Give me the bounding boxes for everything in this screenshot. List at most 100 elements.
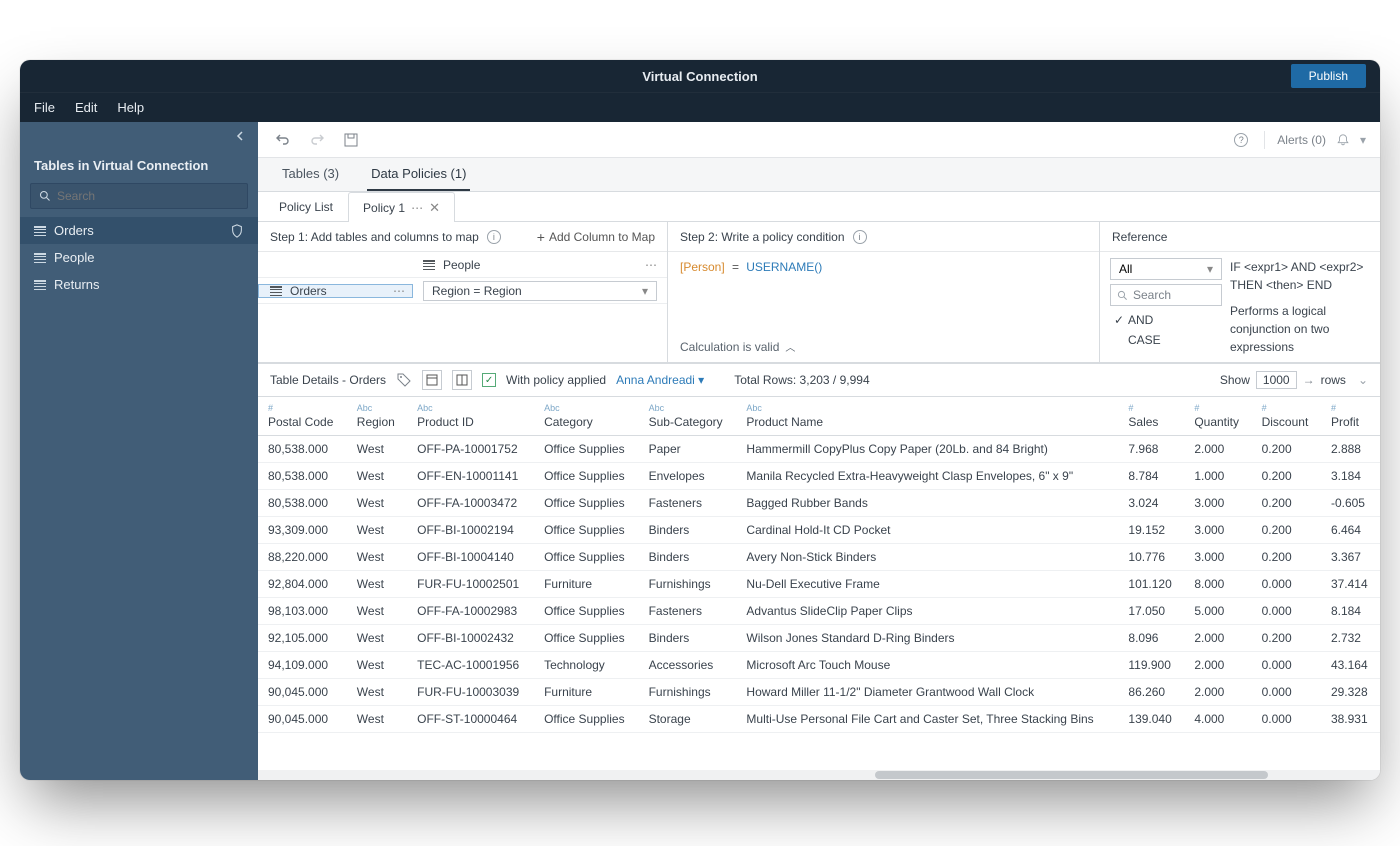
table-row[interactable]: 93,309.000WestOFF-BI-10002194Office Supp… — [258, 517, 1380, 544]
toolbar: ? Alerts (0) ▾ — [258, 122, 1380, 158]
reference-item-case[interactable]: CASE — [1110, 330, 1222, 350]
policy-tab-more[interactable]: ⋯ — [411, 201, 423, 215]
table-row[interactable]: 80,538.000WestOFF-EN-10001141Office Supp… — [258, 463, 1380, 490]
help-icon: ? — [1234, 133, 1248, 147]
policy-applied-label: With policy applied — [506, 373, 606, 387]
table-icon — [270, 286, 282, 296]
policy-tab-1[interactable]: Policy 1 ⋯ ✕ — [348, 192, 455, 222]
title-bar: Virtual Connection Publish — [20, 60, 1380, 92]
sidebar-collapse-button[interactable] — [20, 122, 258, 150]
table-row[interactable]: 92,804.000WestFUR-FU-10002501FurnitureFu… — [258, 571, 1380, 598]
help-button[interactable]: ? — [1230, 129, 1252, 151]
menu-help[interactable]: Help — [117, 100, 144, 115]
show-rows-input[interactable]: 1000 — [1256, 371, 1297, 389]
horizontal-scrollbar[interactable] — [258, 770, 1380, 780]
alerts-caret[interactable]: ▾ — [1360, 133, 1366, 147]
shield-icon — [230, 224, 244, 238]
steps-row: Step 1: Add tables and columns to map i … — [258, 222, 1380, 363]
table-icon — [34, 226, 46, 236]
reference-search[interactable]: Search — [1110, 284, 1222, 306]
column-profit[interactable]: #Profit — [1321, 397, 1380, 436]
table-row[interactable]: 88,220.000WestOFF-BI-10004140Office Supp… — [258, 544, 1380, 571]
map-col-more[interactable]: ⋯ — [645, 258, 657, 272]
policy-condition-editor[interactable]: [Person] = USERNAME() — [668, 252, 1099, 333]
chevron-left-icon — [236, 131, 244, 141]
rows-label: rows — [1321, 373, 1346, 387]
sidebar-table-returns[interactable]: Returns — [20, 271, 258, 298]
table-row[interactable]: 94,109.000WestTEC-AC-10001956TechnologyA… — [258, 652, 1380, 679]
step1-panel: Step 1: Add tables and columns to map i … — [258, 222, 668, 362]
collapse-icon[interactable]: ︿ — [785, 339, 795, 354]
bell-icon[interactable] — [1336, 133, 1350, 147]
info-icon[interactable]: i — [487, 230, 501, 244]
publish-button[interactable]: Publish — [1291, 64, 1366, 88]
add-column-button[interactable]: + Add Column to Map — [537, 229, 655, 245]
column-category[interactable]: AbcCategory — [534, 397, 639, 436]
search-icon — [39, 190, 51, 202]
menu-edit[interactable]: Edit — [75, 100, 97, 115]
data-grid[interactable]: #Postal CodeAbcRegionAbcProduct IDAbcCat… — [258, 397, 1380, 770]
policy-tab-list[interactable]: Policy List — [264, 192, 348, 221]
table-icon — [423, 260, 435, 270]
table-row[interactable]: 98,103.000WestOFF-FA-10002983Office Supp… — [258, 598, 1380, 625]
region-mapping-select[interactable]: Region = Region ▾ — [423, 281, 657, 301]
menu-bar: File Edit Help — [20, 92, 1380, 122]
column-postal-code[interactable]: #Postal Code — [258, 397, 347, 436]
sidebar-title: Tables in Virtual Connection — [20, 150, 258, 183]
policy-tabs: Policy List Policy 1 ⋯ ✕ — [258, 192, 1380, 222]
table-details-bar: Table Details - Orders ✓ With policy app… — [258, 363, 1380, 397]
table-row[interactable]: 92,105.000WestOFF-BI-10002432Office Supp… — [258, 625, 1380, 652]
rows-more[interactable]: ⌄ — [1358, 373, 1368, 387]
step1-title: Step 1: Add tables and columns to map — [270, 230, 479, 244]
sidebar: Tables in Virtual Connection OrdersPeopl… — [20, 122, 258, 780]
reference-filter-select[interactable]: All▾ — [1110, 258, 1222, 280]
tab-tables[interactable]: Tables (3) — [278, 166, 343, 191]
reference-item-and[interactable]: AND — [1110, 310, 1222, 330]
map-table-orders[interactable]: Orders ⋯ — [258, 284, 413, 298]
tables-list: OrdersPeopleReturns — [20, 217, 258, 298]
table-row[interactable]: 90,045.000WestOFF-ST-10000464Office Supp… — [258, 706, 1380, 733]
view-split-button[interactable] — [452, 370, 472, 390]
apply-rows-button[interactable]: → — [1303, 373, 1315, 387]
window-title: Virtual Connection — [642, 69, 757, 84]
map-table-more[interactable]: ⋯ — [393, 284, 405, 298]
column-product-id[interactable]: AbcProduct ID — [407, 397, 534, 436]
alerts-label[interactable]: Alerts (0) — [1277, 133, 1326, 147]
view-full-button[interactable] — [422, 370, 442, 390]
calc-valid-label: Calculation is valid — [680, 340, 779, 354]
table-row[interactable]: 90,045.000WestFUR-FU-10003039FurnitureFu… — [258, 679, 1380, 706]
save-button[interactable] — [340, 129, 362, 151]
tag-icon[interactable] — [396, 372, 412, 388]
table-icon — [34, 280, 46, 290]
policy-tab-close[interactable]: ✕ — [429, 200, 440, 216]
table-row[interactable]: 80,538.000WestOFF-FA-10003472Office Supp… — [258, 490, 1380, 517]
column-sales[interactable]: #Sales — [1118, 397, 1184, 436]
sidebar-table-people[interactable]: People — [20, 244, 258, 271]
run-as-user-select[interactable]: Anna Andreadi ▾ — [616, 373, 704, 387]
map-col-people: People — [443, 258, 480, 272]
total-rows-label: Total Rows: 3,203 / 9,994 — [734, 373, 869, 387]
reference-description: Performs a logical conjunction on two ex… — [1230, 302, 1370, 356]
step2-title: Step 2: Write a policy condition — [680, 230, 845, 244]
column-region[interactable]: AbcRegion — [347, 397, 407, 436]
table-row[interactable]: 80,538.000WestOFF-PA-10001752Office Supp… — [258, 436, 1380, 463]
tab-data-policies[interactable]: Data Policies (1) — [367, 166, 470, 191]
redo-button[interactable] — [306, 129, 328, 151]
column-product-name[interactable]: AbcProduct Name — [736, 397, 1118, 436]
search-icon — [1117, 290, 1128, 301]
reference-panel: Reference › All▾ Search — [1100, 222, 1380, 362]
column-sub-category[interactable]: AbcSub-Category — [639, 397, 737, 436]
main-area: ? Alerts (0) ▾ Tables (3) Data Policies … — [258, 122, 1380, 780]
info-icon[interactable]: i — [853, 230, 867, 244]
sidebar-table-orders[interactable]: Orders — [20, 217, 258, 244]
column-quantity[interactable]: #Quantity — [1184, 397, 1251, 436]
details-title: Table Details - Orders — [270, 373, 386, 387]
undo-button[interactable] — [272, 129, 294, 151]
sidebar-search[interactable] — [30, 183, 248, 209]
policy-applied-checkbox[interactable]: ✓ — [482, 373, 496, 387]
sidebar-search-input[interactable] — [57, 189, 239, 203]
table-icon — [34, 253, 46, 263]
column-discount[interactable]: #Discount — [1252, 397, 1321, 436]
app-window: Virtual Connection Publish File Edit Hel… — [20, 60, 1380, 780]
menu-file[interactable]: File — [34, 100, 55, 115]
